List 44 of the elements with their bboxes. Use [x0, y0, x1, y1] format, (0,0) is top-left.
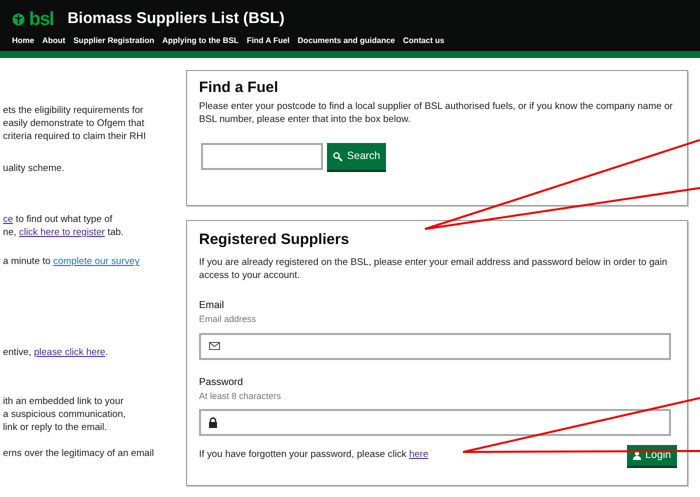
field-hint: Email address: [199, 313, 258, 326]
text-line: erns over the legitimacy of an email: [3, 447, 155, 460]
text-line: ce to find out what type of: [3, 213, 114, 226]
field-hint: At least 8 characters: [199, 390, 282, 402]
text-link[interactable]: click here to register: [19, 227, 105, 238]
nav-link[interactable]: Find A Fuel: [246, 35, 290, 47]
input-field[interactable]: [199, 332, 671, 360]
panel-title: Find a Fuel: [199, 79, 280, 97]
search-button[interactable]: Search: [327, 143, 386, 170]
input-field[interactable]: [199, 409, 671, 436]
text-line: ets the eligibility requirements for: [3, 104, 144, 117]
text-line: link or reply to the email.: [3, 421, 108, 434]
text-link[interactable]: please click here: [34, 347, 106, 358]
envelope-icon: [209, 342, 220, 350]
field-label: Password: [199, 376, 244, 390]
logo[interactable]: bsl: [12, 10, 54, 28]
panel-description: Please enter your postcode to find a local supplier of BSL authorised fuels, or if you know the company name or BSL number, please enter that into the box below.: [199, 101, 674, 126]
nav-link[interactable]: Home: [12, 35, 34, 47]
text-line: a minute to complete our survey: [3, 255, 141, 268]
user-icon: [633, 451, 642, 460]
forgot-password-link[interactable]: here: [409, 449, 428, 460]
panel-title: Registered Suppliers: [199, 231, 350, 249]
text-line: ne, click here to register tab.: [3, 226, 125, 239]
text-line: easily demonstrate to Ofgem that: [3, 117, 146, 130]
text-line: a suspicious communication,: [3, 408, 127, 421]
nav-link[interactable]: Applying to the BSL: [162, 35, 239, 47]
text-line: criteria required to claim their RHI: [3, 130, 147, 143]
text-line: entive, please click here.: [3, 346, 110, 359]
text-link[interactable]: complete our survey: [53, 256, 140, 267]
text-line: ith an embedded link to your: [3, 395, 125, 408]
search-field[interactable]: [201, 143, 323, 170]
text-link[interactable]: ce: [3, 214, 14, 225]
forgot-password-text: If you have forgotten your password, please click here: [199, 448, 428, 462]
search-icon: [333, 152, 343, 162]
nav-link[interactable]: Contact us: [403, 35, 444, 47]
nav-link[interactable]: About: [42, 35, 66, 47]
login-button[interactable]: Login: [627, 445, 677, 466]
field-label: Email: [199, 299, 226, 313]
site-title: Biomass Suppliers List (BSL): [67, 9, 284, 30]
panel-description: If you are already registered on the BSL, please enter your email address and password below in order to gain access to your account.: [199, 257, 668, 282]
nav-link[interactable]: Supplier Registration: [73, 35, 154, 47]
lock-icon: [209, 417, 217, 428]
text-line: uality scheme.: [3, 162, 66, 175]
nav-link[interactable]: Documents and guidance: [298, 35, 396, 47]
